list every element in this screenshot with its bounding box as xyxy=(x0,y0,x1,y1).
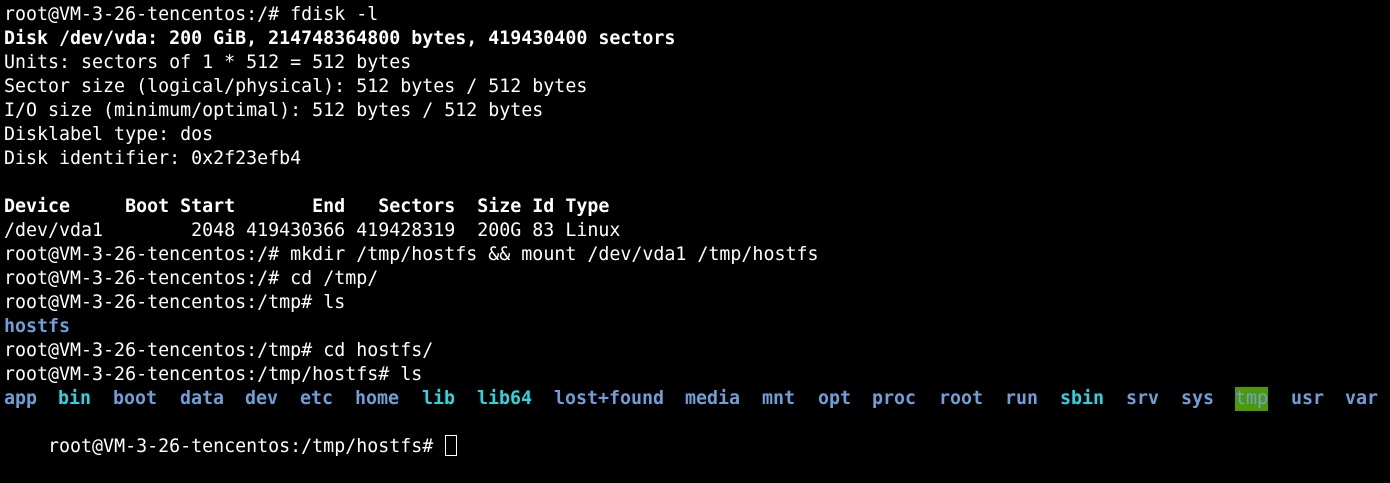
command-line: root@VM-3-26-tencentos:/tmp# ls xyxy=(4,291,1390,315)
ls-entry-dir: proc xyxy=(872,388,917,409)
prompt: root@VM-3-26-tencentos:/tmp# xyxy=(4,292,324,313)
ls-entry-dir: hostfs xyxy=(4,316,71,337)
prompt: root@VM-3-26-tencentos:/# xyxy=(4,4,291,25)
output-line: Disklabel type: dos xyxy=(4,124,214,145)
output-line: Disk identifier: 0x2f23efb4 xyxy=(4,148,302,169)
ls-entry-dir: app xyxy=(4,388,38,409)
command-text: mkdir /tmp/hostfs && mount /dev/vda1 /tm… xyxy=(290,244,819,265)
ls-entry-dir: media xyxy=(685,388,741,409)
ls-entry-dir: boot xyxy=(113,388,158,409)
command-text: ls xyxy=(323,292,346,313)
ls-entry-dir: opt xyxy=(818,388,852,409)
terminal-window[interactable]: root@VM-3-26-tencentos:/# fdisk -l Disk /… xyxy=(0,0,1390,457)
ls-entry-symlink: bin xyxy=(58,388,92,409)
output-line: I/O size (minimum/optimal): 512 bytes / … xyxy=(4,100,544,121)
ls-entry-dir: var xyxy=(1345,388,1379,409)
ls-entry-dir: root xyxy=(939,388,984,409)
ls-entry-dir: sys xyxy=(1181,388,1215,409)
ls-entry-dir: dev xyxy=(245,388,279,409)
ls-entry-symlink: lib xyxy=(422,388,456,409)
ls-entry-dir: home xyxy=(355,388,400,409)
prompt: root@VM-3-26-tencentos:/tmp# xyxy=(4,340,324,361)
command-text: ls xyxy=(400,364,423,385)
command-line: root@VM-3-26-tencentos:/# cd /tmp/ xyxy=(4,267,1390,291)
command-text: cd hostfs/ xyxy=(323,340,434,361)
ls-entry-dir: srv xyxy=(1126,388,1160,409)
prompt: root@VM-3-26-tencentos:/tmp/hostfs# xyxy=(48,436,445,457)
ls-entry-dir: usr xyxy=(1291,388,1325,409)
output-line: Units: sectors of 1 * 512 = 512 bytes xyxy=(4,52,412,73)
ls-entry-sticky-dir: tmp xyxy=(1235,387,1269,411)
ls-entry-dir: run xyxy=(1005,388,1039,409)
output-line: Disk /dev/vda: 200 GiB, 214748364800 byt… xyxy=(4,28,676,49)
ls-entry-dir: lost+found xyxy=(554,388,665,409)
command-line: root@VM-3-26-tencentos:/tmp/hostfs# ls xyxy=(4,363,1390,387)
prompt: root@VM-3-26-tencentos:/tmp/hostfs# xyxy=(4,364,401,385)
ls-entry-symlink: lib64 xyxy=(477,388,533,409)
terminal-output: root@VM-3-26-tencentos:/# fdisk -l Disk /… xyxy=(4,3,1390,387)
output-line: /dev/vda1 2048 419430366 419428319 200G … xyxy=(4,220,621,241)
prompt: root@VM-3-26-tencentos:/# xyxy=(4,268,291,289)
command-text: cd /tmp/ xyxy=(290,268,379,289)
output-line: Sector size (logical/physical): 512 byte… xyxy=(4,76,588,97)
text-cursor[interactable] xyxy=(445,435,458,456)
ls-entry-dir: etc xyxy=(300,388,334,409)
command-text: fdisk -l xyxy=(290,4,379,25)
command-line: root@VM-3-26-tencentos:/# mkdir /tmp/hos… xyxy=(4,243,1390,267)
output-line: Device Boot Start End Sectors Size Id Ty… xyxy=(4,196,610,217)
ls-entry-symlink: sbin xyxy=(1060,388,1105,409)
ls-entry-dir: data xyxy=(180,388,225,409)
command-line: root@VM-3-26-tencentos:/# fdisk -l xyxy=(4,3,1390,27)
command-line: root@VM-3-26-tencentos:/tmp# cd hostfs/ xyxy=(4,339,1390,363)
ls-output-row: app bin boot data dev etc home lib lib64 lost+fou… xyxy=(4,387,1390,411)
ls-entry-dir: mnt xyxy=(762,388,796,409)
active-prompt-line[interactable]: root@VM-3-26-tencentos:/tmp/hostfs# xyxy=(4,411,1390,457)
prompt: root@VM-3-26-tencentos:/# xyxy=(4,244,291,265)
